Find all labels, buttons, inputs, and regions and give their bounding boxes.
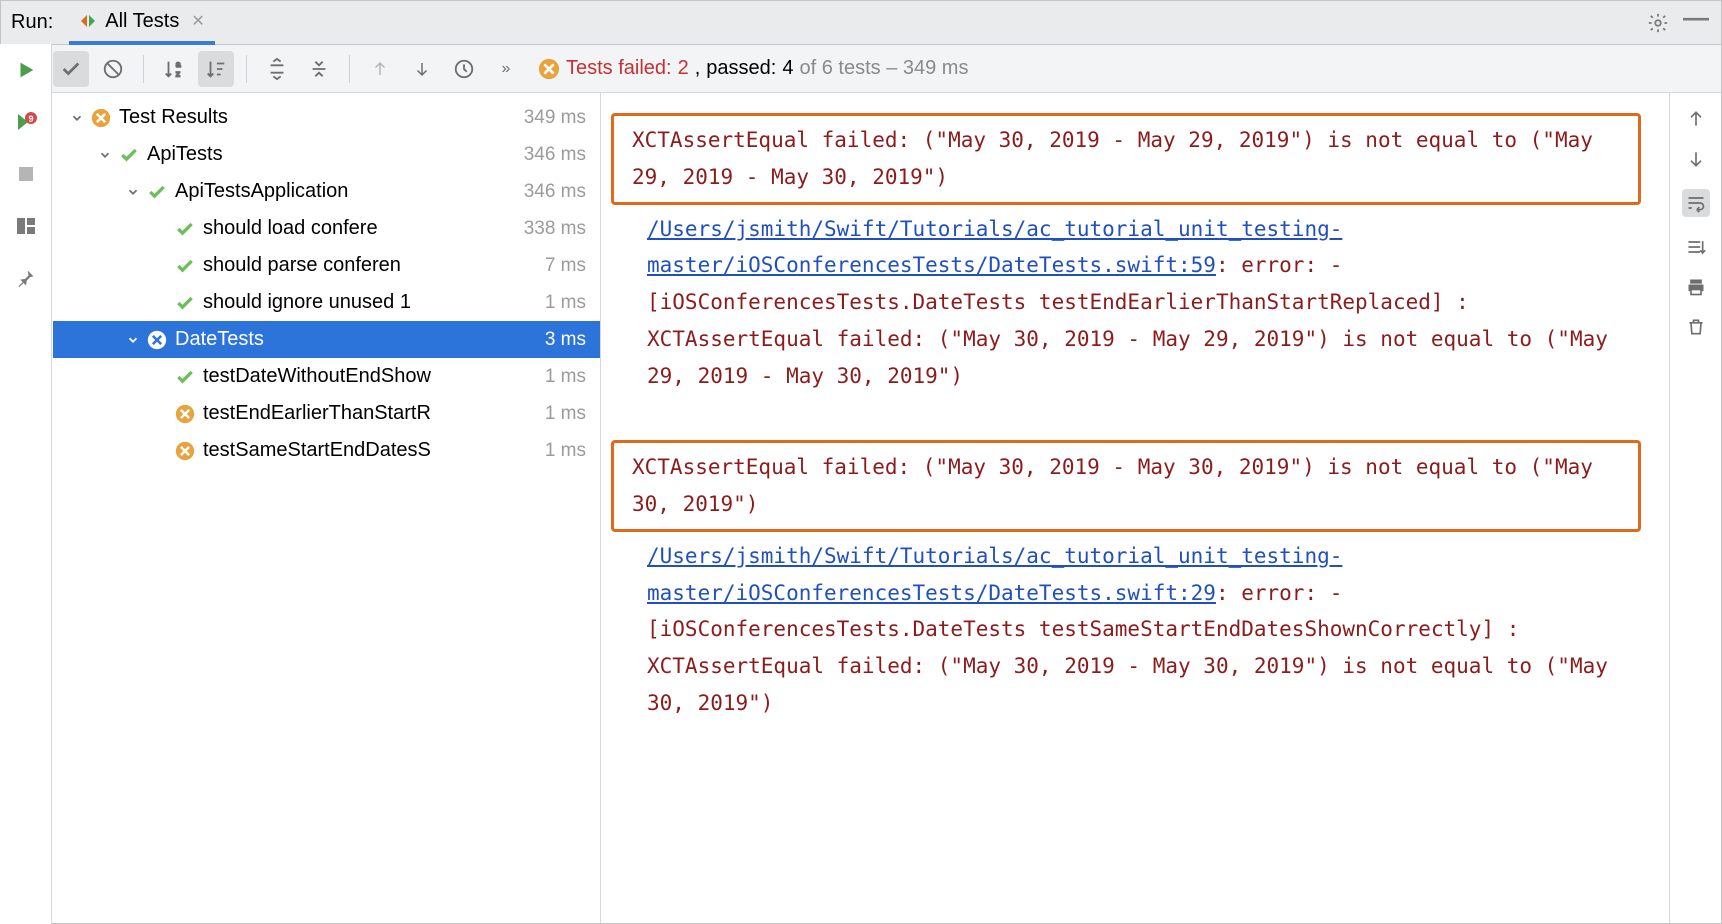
error-headline: XCTAssertEqual failed: ("May 30, 2019 - … (632, 455, 1593, 516)
tree-row[interactable]: ApiTestsApplication 346 ms (53, 173, 600, 210)
chevron-down-icon[interactable] (95, 148, 115, 162)
tree-duration: 346 ms (524, 144, 586, 166)
svg-text:z: z (176, 69, 180, 78)
tree-label: should parse conferen (203, 254, 537, 277)
fail-icon (173, 404, 197, 424)
pass-icon (173, 219, 197, 239)
chevron-down-icon[interactable] (123, 333, 143, 347)
run-button[interactable] (8, 52, 44, 88)
tree-label: testEndEarlierThanStartR (203, 402, 537, 425)
prev-failed-button[interactable] (362, 51, 398, 87)
tree-row[interactable]: Test Results 349 ms (53, 99, 600, 136)
tree-row[interactable]: testDateWithoutEndShow 1 ms (53, 358, 600, 395)
tree-duration: 346 ms (524, 181, 586, 203)
pass-icon (173, 367, 197, 387)
tree-duration: 1 ms (545, 440, 586, 462)
layout-button[interactable] (8, 208, 44, 244)
error-box: XCTAssertEqual failed: ("May 30, 2019 - … (611, 440, 1641, 532)
sort-duration-button[interactable] (198, 51, 234, 87)
scroll-up-button[interactable] (1686, 109, 1706, 129)
show-ignored-button[interactable] (95, 51, 131, 87)
fail-status-icon (538, 58, 560, 80)
fail-icon (145, 330, 169, 350)
fail-icon (173, 441, 197, 461)
fail-icon (89, 108, 113, 128)
svg-text:9: 9 (28, 114, 33, 124)
scroll-down-button[interactable] (1686, 149, 1706, 169)
chevron-down-icon[interactable] (123, 185, 143, 199)
passed-label: passed: (706, 57, 776, 80)
expand-all-button[interactable] (259, 51, 295, 87)
print-button[interactable] (1686, 277, 1706, 297)
failed-count: 2 (678, 57, 689, 80)
tree-label: ApiTestsApplication (175, 180, 516, 203)
divider (349, 55, 350, 83)
tree-row[interactable]: should parse conferen 7 ms (53, 247, 600, 284)
chevron-down-icon[interactable] (67, 111, 87, 125)
tree-row[interactable]: ApiTests 346 ms (53, 136, 600, 173)
pass-icon (145, 182, 169, 202)
error-box: XCTAssertEqual failed: ("May 30, 2019 - … (611, 113, 1641, 205)
history-button[interactable] (446, 51, 482, 87)
rerun-failed-button[interactable]: 9 (8, 104, 44, 140)
tree-label: DateTests (175, 328, 537, 351)
tree-row[interactable]: DateTests 3 ms (53, 321, 600, 358)
tree-duration: 349 ms (524, 107, 586, 129)
tree-duration: 3 ms (545, 329, 586, 351)
tree-duration: 1 ms (545, 403, 586, 425)
pass-icon (173, 256, 197, 276)
minimize-icon[interactable]: — (1683, 12, 1709, 34)
error-headline: XCTAssertEqual failed: ("May 30, 2019 - … (632, 128, 1593, 189)
total-text: of 6 tests – 349 ms (799, 57, 968, 80)
tree-duration: 338 ms (524, 218, 586, 240)
tree-row[interactable]: should load confere 338 ms (53, 210, 600, 247)
tab-all-tests[interactable]: All Tests ✕ (69, 2, 215, 45)
main: Test Results349 msApiTests346 msApiTests… (1, 93, 1721, 923)
test-tree[interactable]: Test Results349 msApiTests346 msApiTests… (53, 93, 601, 923)
collapse-all-button[interactable] (301, 51, 337, 87)
show-passed-button[interactable] (53, 51, 89, 87)
tab-label: All Tests (105, 10, 179, 33)
sort-button[interactable]: az (156, 51, 192, 87)
close-tab-icon[interactable]: ✕ (191, 11, 204, 31)
pin-button[interactable] (8, 260, 44, 296)
gear-icon[interactable] (1647, 12, 1669, 34)
run-config-icon (79, 12, 97, 30)
tree-row[interactable]: testSameStartEndDatesS 1 ms (53, 432, 600, 469)
divider (246, 55, 247, 83)
console-output[interactable]: XCTAssertEqual failed: ("May 30, 2019 - … (601, 93, 1669, 923)
divider (143, 55, 144, 83)
run-label: Run: (11, 11, 53, 34)
tree-duration: 1 ms (545, 366, 586, 388)
next-failed-button[interactable] (404, 51, 440, 87)
scroll-to-end-button[interactable] (1686, 237, 1706, 257)
tree-label: testSameStartEndDatesS (203, 439, 537, 462)
stop-button[interactable] (8, 156, 44, 192)
status-summary: Tests failed: 2, passed: 4 of 6 tests – … (538, 57, 968, 80)
tree-row[interactable]: should ignore unused 1 1 ms (53, 284, 600, 321)
tree-duration: 1 ms (545, 292, 586, 314)
right-rail (1669, 93, 1721, 923)
tree-label: should ignore unused 1 (203, 291, 537, 314)
tree-label: should load confere (203, 217, 516, 240)
tree-row[interactable]: testEndEarlierThanStartR 1 ms (53, 395, 600, 432)
more-button[interactable]: » (488, 51, 524, 87)
left-rail: 9 (0, 44, 52, 924)
soft-wrap-button[interactable] (1682, 189, 1710, 217)
clear-button[interactable] (1686, 317, 1706, 337)
svg-text:a: a (176, 60, 181, 69)
tab-bar: Run: All Tests ✕ — (1, 1, 1721, 45)
tree-label: testDateWithoutEndShow (203, 365, 537, 388)
tree-duration: 7 ms (545, 255, 586, 277)
pass-icon (117, 145, 141, 165)
toolbar: az » Tests failed: 2, passed: 4 of 6 tes… (1, 45, 1721, 93)
tree-label: Test Results (119, 106, 516, 129)
tree-label: ApiTests (147, 143, 516, 166)
failed-label: Tests failed: (566, 57, 672, 80)
pass-icon (173, 293, 197, 313)
passed-count: 4 (782, 57, 793, 80)
